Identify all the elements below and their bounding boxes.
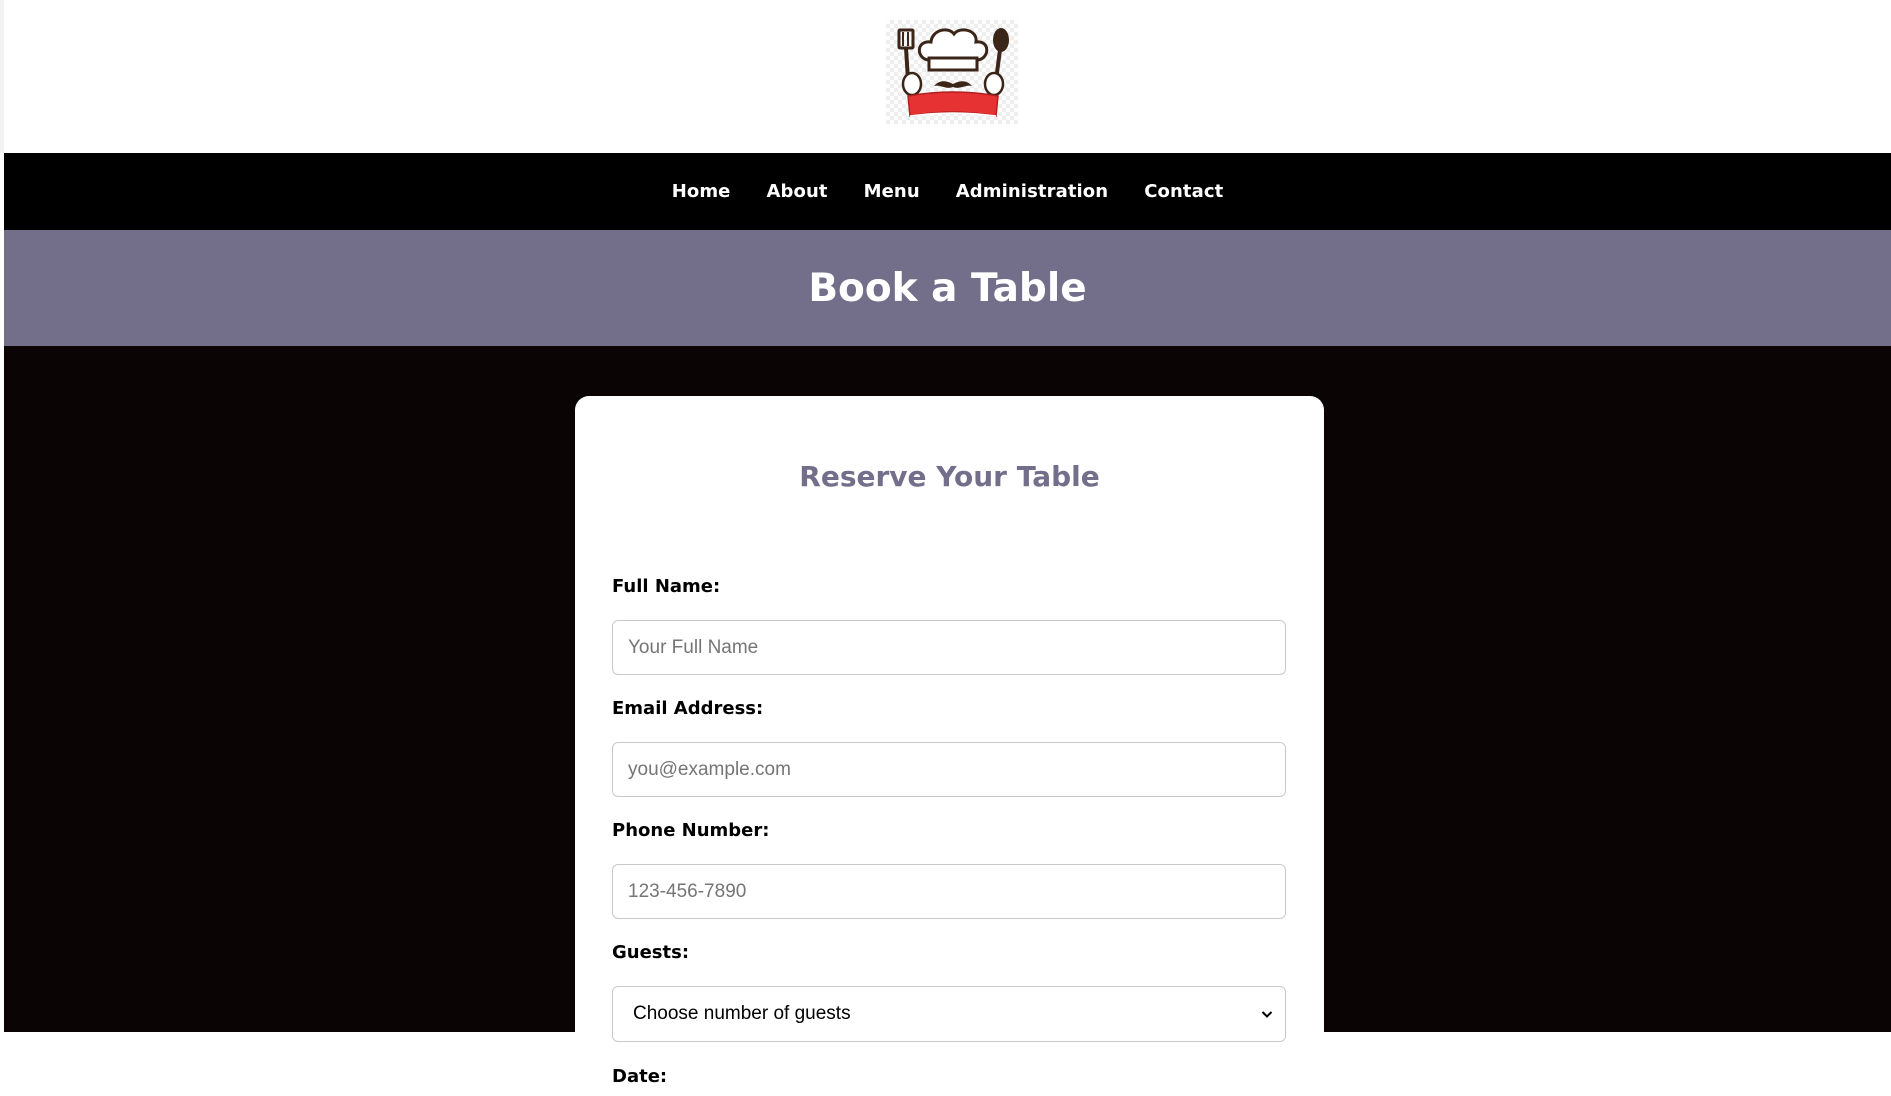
guests-select[interactable]: Choose number of guests xyxy=(612,986,1286,1042)
chevron-down-icon xyxy=(1261,1011,1273,1018)
guests-select-value: Choose number of guests xyxy=(633,1003,851,1024)
logo-header xyxy=(4,0,1891,153)
email-input[interactable] xyxy=(612,742,1286,797)
date-label: Date: xyxy=(612,1066,668,1087)
nav-home-link[interactable]: Home xyxy=(672,181,731,202)
nav-administration-link[interactable]: Administration xyxy=(956,181,1108,202)
chef-logo-graphic xyxy=(897,28,1009,117)
guests-label: Guests: xyxy=(612,942,690,963)
full-name-input[interactable] xyxy=(612,620,1286,675)
full-name-label: Full Name: xyxy=(612,576,721,597)
nav-menu-link[interactable]: Menu xyxy=(864,181,920,202)
reservation-form-card: Reserve Your Table Full Name: Email Addr… xyxy=(575,396,1324,1096)
chef-logo-icon[interactable] xyxy=(886,20,1018,124)
email-label: Email Address: xyxy=(612,698,764,719)
page-title: Book a Table xyxy=(808,265,1087,311)
main-navigation: Home About Menu Administration Contact xyxy=(4,153,1891,230)
phone-input[interactable] xyxy=(612,864,1286,919)
nav-contact-link[interactable]: Contact xyxy=(1144,181,1223,202)
hero-banner: Book a Table xyxy=(4,230,1891,346)
main-content: Reserve Your Table Full Name: Email Addr… xyxy=(4,346,1891,1096)
phone-label: Phone Number: xyxy=(612,820,770,841)
form-title: Reserve Your Table xyxy=(799,460,1100,493)
nav-about-link[interactable]: About xyxy=(766,181,827,202)
